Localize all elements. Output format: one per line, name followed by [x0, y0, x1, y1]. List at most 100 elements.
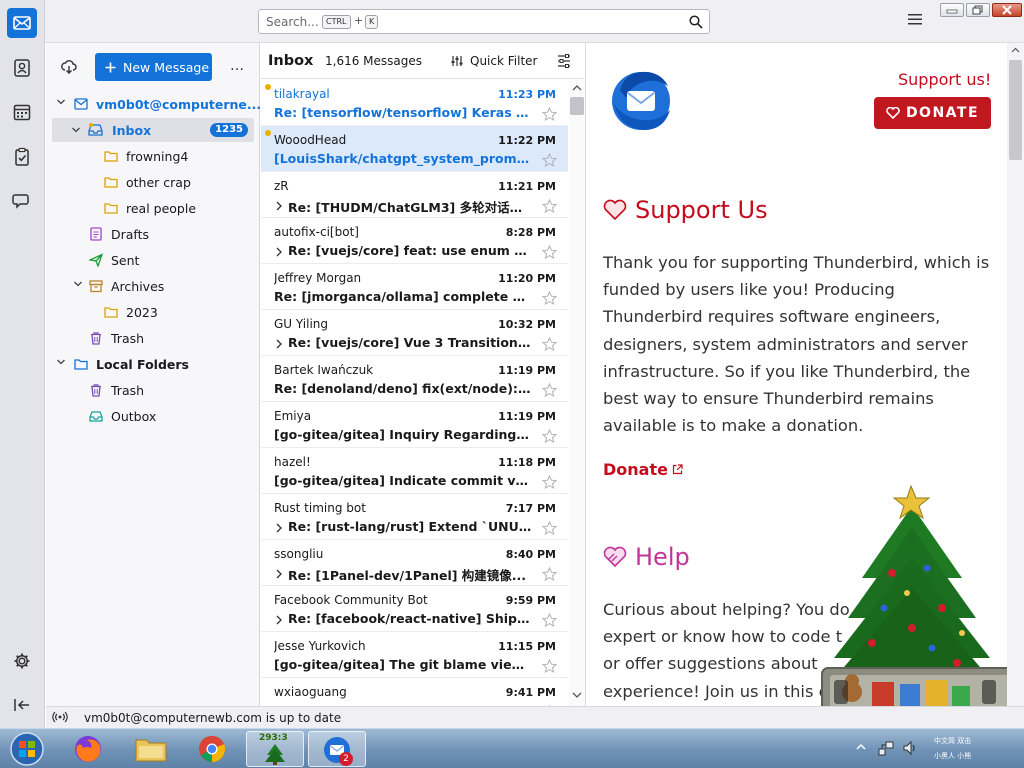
chat-icon[interactable] — [9, 188, 35, 214]
online-status-icon[interactable] — [52, 711, 68, 723]
taskbar-firefox[interactable] — [60, 731, 118, 767]
taskbar-thunderbird[interactable]: 2 — [308, 731, 366, 767]
star-icon[interactable] — [542, 659, 557, 673]
star-icon[interactable] — [542, 153, 557, 167]
star-icon[interactable] — [542, 383, 557, 397]
show-hidden-icons-icon[interactable] — [856, 743, 866, 751]
message-time: 8:28 PM — [505, 226, 556, 239]
account-row[interactable]: vm0b0t@computerne... — [56, 92, 261, 116]
close-button[interactable] — [992, 3, 1022, 17]
message-time: 11:19 PM — [498, 410, 556, 423]
folder-real-people[interactable]: real people — [104, 196, 196, 220]
volume-icon[interactable] — [902, 740, 918, 756]
message-row[interactable]: zR 11:21 PM Re: [THUDM/ChatGLM3] 多轮对话的... — [261, 172, 568, 218]
star-icon[interactable] — [542, 613, 557, 627]
thread-chevron-icon[interactable] — [275, 201, 283, 211]
minimize-button[interactable] — [940, 3, 964, 17]
content-scroll-thumb[interactable] — [1009, 60, 1022, 160]
search-icon[interactable] — [689, 15, 703, 29]
message-row[interactable]: Jesse Yurkovich 11:15 PM [go-gitea/gitea] … — [261, 632, 568, 678]
message-list-scrollbar[interactable] — [569, 80, 585, 706]
message-subject: Re: [tensorflow/tensorflow] Keras n... — [274, 105, 532, 120]
folder-other-crap[interactable]: other crap — [104, 170, 191, 194]
star-icon[interactable] — [542, 429, 557, 443]
message-row[interactable]: Bartek Iwańczuk 11:19 PM Re: [denoland/den… — [261, 356, 568, 402]
message-time: 11:23 PM — [498, 88, 556, 101]
network-icon[interactable] — [878, 740, 894, 756]
folder-archives[interactable]: Archives — [73, 274, 164, 298]
message-time: 11:19 PM — [498, 364, 556, 377]
taskbar-file-explorer[interactable] — [122, 731, 180, 767]
folder-frowning4[interactable]: frowning4 — [104, 144, 188, 168]
drafts-icon — [89, 227, 103, 241]
support-us-link[interactable]: Support us! — [898, 70, 991, 89]
search-input[interactable]: Search... CTRL + K — [258, 9, 710, 34]
get-messages-icon[interactable] — [61, 59, 77, 75]
folder-local-trash[interactable]: Trash — [89, 378, 144, 402]
folder-sent[interactable]: Sent — [89, 248, 139, 272]
folder-drafts[interactable]: Drafts — [89, 222, 149, 246]
quick-filter-button[interactable]: Quick Filter — [451, 54, 537, 68]
thread-chevron-icon[interactable] — [275, 247, 283, 257]
folder-trash[interactable]: Trash — [89, 326, 144, 350]
taskbar-chrome[interactable] — [184, 731, 242, 767]
message-sender: WooodHead — [274, 133, 347, 147]
folder-label: Trash — [111, 330, 145, 346]
chevron-down-icon[interactable] — [71, 125, 81, 135]
mail-space-button[interactable] — [7, 8, 37, 38]
sent-icon — [89, 253, 103, 267]
message-row[interactable]: Facebook Community Bot 9:59 PM Re: [facebo… — [261, 586, 568, 632]
local-folders-account[interactable]: Local Folders — [56, 352, 189, 376]
star-icon[interactable] — [542, 291, 557, 305]
donate-link[interactable]: Donate — [603, 460, 683, 479]
message-row[interactable]: GU Yiling 10:32 PM Re: [vuejs/core] Vue 3 … — [261, 310, 568, 356]
calendar-icon[interactable] — [9, 99, 35, 125]
message-row[interactable]: ssongliu 8:40 PM Re: [1Panel-dev/1Panel] 构… — [261, 540, 568, 586]
message-sender: Bartek Iwańczuk — [274, 363, 374, 377]
display-options-icon[interactable] — [557, 54, 571, 68]
message-row[interactable]: WooodHead 11:22 PM [LouisShark/chatgpt_sys… — [261, 126, 568, 172]
message-row[interactable]: autofix-ci[bot] 8:28 PM Re: [vuejs/core] f… — [261, 218, 568, 264]
thread-chevron-icon[interactable] — [275, 339, 283, 349]
star-icon[interactable] — [542, 567, 557, 581]
chevron-down-icon[interactable] — [56, 97, 66, 111]
star-icon[interactable] — [542, 107, 557, 121]
star-icon[interactable] — [542, 199, 557, 213]
star-icon[interactable] — [542, 245, 557, 259]
thread-chevron-icon[interactable] — [275, 615, 283, 625]
address-book-icon[interactable] — [9, 55, 35, 81]
message-row[interactable]: tilakrayal 11:23 PM Re: [tensorflow/tensor… — [261, 80, 568, 126]
start-button[interactable] — [7, 731, 47, 767]
donate-button[interactable]: DONATE — [874, 97, 991, 129]
message-time: 11:15 PM — [498, 640, 556, 653]
inbox-icon — [88, 123, 103, 137]
message-subject: Re: [facebook/react-native] Ship "... — [288, 611, 532, 626]
app-menu-icon[interactable] — [908, 13, 922, 25]
support-paragraph: Thank you for supporting Thunderbird, wh… — [603, 249, 998, 439]
message-time: 11:21 PM — [498, 180, 556, 193]
star-icon[interactable] — [542, 337, 557, 351]
folder-pane-more-button[interactable]: … — [230, 58, 244, 74]
folder-2023[interactable]: 2023 — [104, 300, 158, 324]
message-row[interactable]: Rust timing bot 7:17 PM Re: [rust-lang/rus… — [261, 494, 568, 540]
message-row[interactable]: hazel! 11:18 PM [go-gitea/gitea] Indicate … — [261, 448, 568, 494]
chevron-down-icon[interactable] — [73, 279, 83, 293]
settings-icon[interactable] — [9, 648, 35, 674]
message-row[interactable]: Emiya 11:19 PM [go-gitea/gitea] Inquiry Re… — [261, 402, 568, 448]
folder-label: Outbox — [111, 408, 157, 424]
message-list-scroll-thumb[interactable] — [570, 97, 584, 115]
collapse-spaces-icon[interactable] — [9, 692, 35, 718]
star-icon[interactable] — [542, 521, 557, 535]
message-row[interactable]: Jeffrey Morgan 11:20 PM Re: [jmorganca/oll… — [261, 264, 568, 310]
new-message-button[interactable]: New Message — [95, 53, 212, 81]
christmas-tree-gadget[interactable] — [812, 478, 1024, 728]
thread-chevron-icon[interactable] — [275, 523, 283, 533]
thread-chevron-icon[interactable] — [275, 569, 283, 579]
chevron-down-icon[interactable] — [56, 357, 66, 371]
star-icon[interactable] — [542, 475, 557, 489]
tasks-icon[interactable] — [9, 144, 35, 170]
restore-button[interactable] — [966, 3, 990, 17]
taskbar-tree-gadget[interactable]: 293:3 — [246, 731, 304, 767]
folder-inbox[interactable]: Inbox 1235 — [52, 118, 254, 142]
folder-outbox[interactable]: Outbox — [89, 404, 156, 428]
